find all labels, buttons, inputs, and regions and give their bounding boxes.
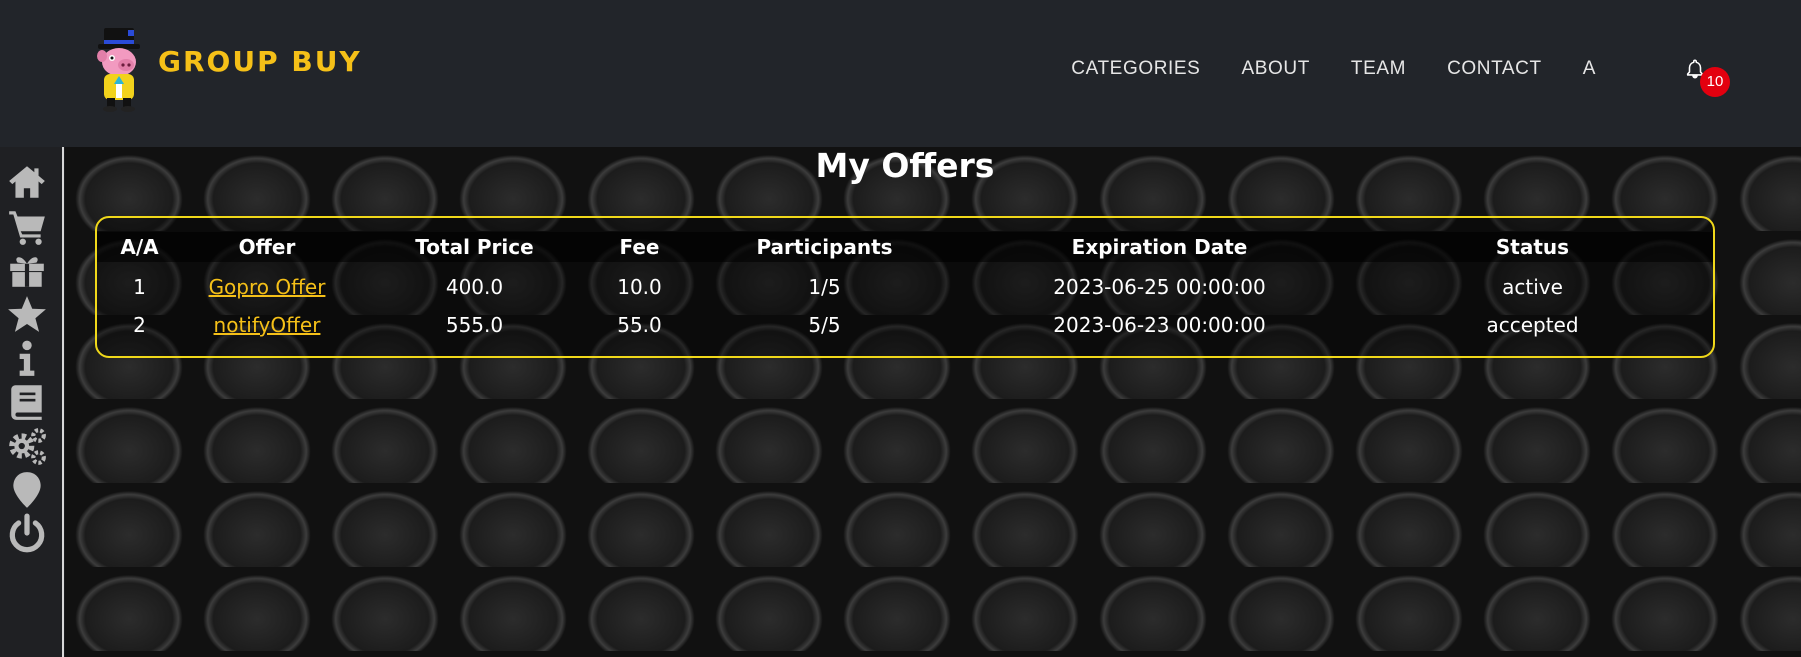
- cell-expiration: 2023-06-23 00:00:00: [1053, 313, 1266, 337]
- cell-aa: 1: [133, 275, 146, 299]
- cart-icon[interactable]: [6, 205, 48, 247]
- cell-status: accepted: [1486, 313, 1579, 337]
- offer-link[interactable]: notifyOffer: [214, 313, 321, 337]
- nav-team[interactable]: TEAM: [1351, 58, 1406, 80]
- header-expiration-date: Expiration Date: [967, 232, 1352, 262]
- map-marker-icon[interactable]: [6, 469, 48, 511]
- gift-icon[interactable]: [6, 249, 48, 291]
- home-icon[interactable]: [6, 161, 48, 203]
- pig-mascot-logo-icon: [97, 28, 140, 112]
- top-navbar: GROUP BUY CATEGORIES ABOUT TEAM CONTACT …: [0, 0, 1801, 147]
- cell-expiration: 2023-06-25 00:00:00: [1053, 275, 1266, 299]
- info-icon[interactable]: [6, 337, 48, 379]
- star-icon[interactable]: [6, 293, 48, 335]
- gears-icon[interactable]: [6, 425, 48, 467]
- header-offer: Offer: [182, 232, 352, 262]
- cell-fee: 55.0: [617, 313, 662, 337]
- header-status: Status: [1352, 232, 1713, 262]
- cell-aa: 2: [133, 313, 146, 337]
- notification-badge: 10: [1700, 67, 1730, 97]
- brand-name: GROUP BUY: [158, 44, 362, 78]
- page-title: My Offers: [815, 146, 995, 185]
- left-sidebar: [0, 147, 64, 657]
- table-header-row: A/A Offer Total Price Fee Participants E…: [97, 232, 1713, 262]
- offers-table-container: A/A Offer Total Price Fee Participants E…: [95, 216, 1715, 358]
- header-aa: A/A: [97, 232, 182, 262]
- brand-link[interactable]: GROUP BUY: [90, 26, 362, 112]
- cell-participants: 1/5: [808, 275, 841, 299]
- cell-total-price: 400.0: [445, 275, 504, 299]
- nav-categories[interactable]: CATEGORIES: [1071, 58, 1200, 80]
- cell-status: active: [1502, 275, 1563, 299]
- header-fee: Fee: [597, 232, 682, 262]
- cell-total-price: 555.0: [445, 313, 504, 337]
- nav-user-account[interactable]: A: [1583, 58, 1596, 80]
- cell-fee: 10.0: [617, 275, 662, 299]
- table-row: 2 notifyOffer 555.0 55.0 5/5 2023-06-23 …: [97, 304, 1713, 346]
- book-icon[interactable]: [6, 381, 48, 423]
- cell-offer: Gopro Offer: [182, 262, 352, 304]
- power-icon[interactable]: [6, 513, 48, 555]
- nav-about[interactable]: ABOUT: [1241, 58, 1309, 80]
- cell-participants: 5/5: [808, 313, 841, 337]
- header-total-price: Total Price: [352, 232, 597, 262]
- nav-menu: CATEGORIES ABOUT TEAM CONTACT A: [1030, 58, 1596, 80]
- nav-contact[interactable]: CONTACT: [1447, 58, 1542, 80]
- header-participants: Participants: [682, 232, 967, 262]
- table-row: 1 Gopro Offer 400.0 10.0 1/5 2023-06-25 …: [97, 262, 1713, 304]
- cell-offer: notifyOffer: [182, 304, 352, 346]
- offers-table: A/A Offer Total Price Fee Participants E…: [97, 232, 1713, 346]
- offer-link[interactable]: Gopro Offer: [209, 275, 326, 299]
